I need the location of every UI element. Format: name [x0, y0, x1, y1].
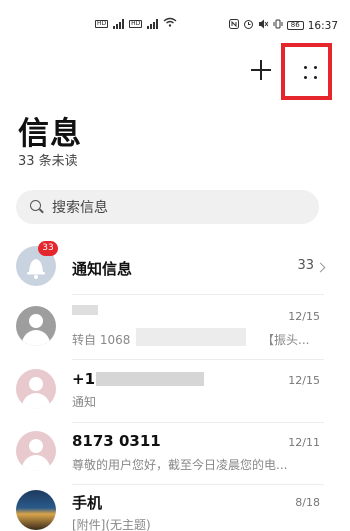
- unread-count: 33 条未读: [18, 154, 78, 169]
- conversation-date: 12/11: [288, 436, 320, 449]
- conversation-name: 8173 0311: [72, 432, 161, 450]
- battery-indicator: 86: [286, 21, 304, 30]
- conversation-item[interactable]: 手机 8/18 [附件](无主题): [0, 486, 350, 531]
- conversation-date: 8/18: [295, 496, 320, 509]
- conversation-date: 12/15: [288, 310, 320, 323]
- more-options-highlight[interactable]: [281, 43, 332, 100]
- conversation-snippet: 转自 1068: [72, 333, 131, 347]
- conversation-item[interactable]: +1 12/15 通知: [0, 362, 350, 424]
- unread-badge: 33: [38, 241, 58, 256]
- person-icon: [16, 369, 56, 409]
- sim2-hd-indicator: HD: [129, 19, 143, 28]
- conversation-item[interactable]: 12/15 转自 1068 【振头...: [0, 298, 350, 360]
- mute-icon: [258, 19, 269, 32]
- nfc-icon: [228, 19, 239, 32]
- divider: [72, 484, 324, 485]
- signal-icon: [147, 18, 159, 29]
- search-icon: [30, 200, 44, 214]
- person-icon: [16, 431, 56, 471]
- conversation-name: 手机: [72, 494, 103, 512]
- chevron-right-icon: [315, 262, 326, 273]
- wifi-icon: [163, 17, 177, 30]
- vibrate-icon: [273, 19, 283, 32]
- conversation-snippet: 尊敬的用户您好，截至今日凌晨您的电...: [72, 458, 288, 472]
- conversation-date: 12/15: [288, 374, 320, 387]
- plus-icon[interactable]: [248, 57, 274, 83]
- conversation-item[interactable]: 8173 0311 12/11 尊敬的用户您好，截至今日凌晨您的电...: [0, 424, 350, 486]
- divider: [72, 422, 324, 423]
- redacted-name: [72, 305, 98, 315]
- signal-icon: [113, 18, 125, 29]
- alarm-icon: [243, 19, 254, 32]
- conversation-snippet-end: 【振头...: [262, 333, 310, 347]
- redacted-text: [136, 328, 246, 346]
- more-dots-icon[interactable]: [304, 66, 318, 80]
- person-icon: [16, 306, 56, 346]
- conversation-name: 通知信息: [72, 260, 133, 278]
- message-count: 33: [297, 258, 314, 273]
- conversation-name: +1: [72, 370, 96, 388]
- divider: [72, 359, 324, 360]
- search-input[interactable]: 搜索信息: [16, 190, 319, 224]
- conversation-snippet: 通知: [72, 395, 97, 409]
- divider: [72, 294, 324, 295]
- page-title: 信息: [18, 116, 82, 152]
- photo-avatar: [16, 490, 56, 530]
- sim1-hd-indicator: HD: [95, 19, 109, 28]
- search-placeholder: 搜索信息: [52, 200, 108, 216]
- conversation-snippet: [附件](无主题): [72, 518, 151, 531]
- clock: 16:37: [307, 19, 338, 32]
- status-bar: HD HD 86 16:37: [0, 0, 350, 42]
- redacted-number: [96, 372, 204, 386]
- conversation-notifications[interactable]: 33 通知信息 33: [0, 236, 350, 298]
